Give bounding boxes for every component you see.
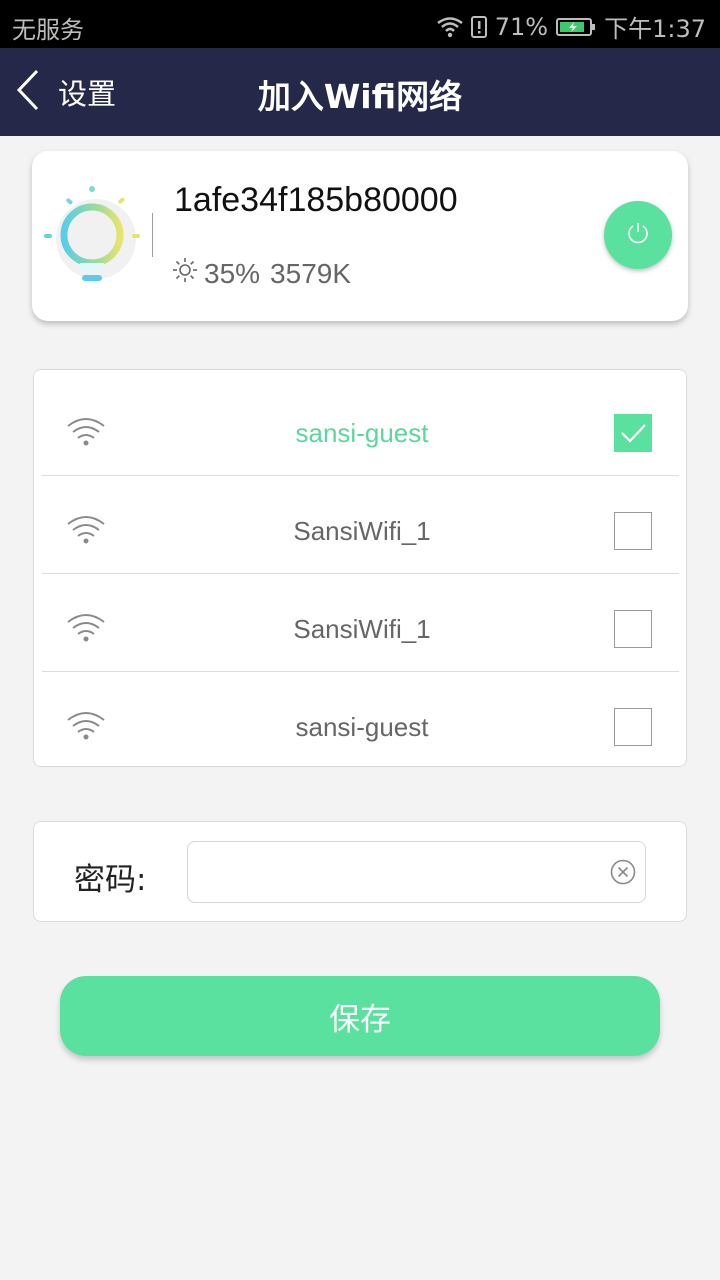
- device-name: 1afe34f185b80000: [174, 181, 458, 219]
- battery-percent: 71%: [494, 12, 549, 41]
- battery-charging-icon: [556, 17, 596, 37]
- wifi-checkbox-checked[interactable]: [614, 414, 652, 452]
- wifi-network-row[interactable]: sansi-guest: [42, 378, 679, 476]
- wifi-network-list: sansi-guest SansiWifi_1 SansiWifi_1 sans…: [33, 369, 687, 767]
- wifi-network-row[interactable]: SansiWifi_1: [42, 574, 679, 672]
- wifi-checkbox[interactable]: [614, 708, 652, 746]
- wifi-icon: [66, 414, 106, 452]
- navigation-bar: 设置 加入Wifi网络: [0, 48, 720, 136]
- device-status: 35% 3579K: [172, 257, 351, 290]
- wifi-ssid: sansi-guest: [295, 712, 429, 742]
- sun-icon: [172, 257, 198, 290]
- power-icon: [626, 221, 650, 249]
- wifi-signal-icon: [437, 16, 463, 38]
- wifi-ssid: SansiWifi_1: [293, 516, 431, 546]
- status-bar: 无服务 71% 下午1:37: [0, 0, 720, 48]
- wifi-ssid: sansi-guest: [295, 418, 429, 448]
- wifi-checkbox[interactable]: [614, 512, 652, 550]
- power-button[interactable]: [604, 201, 672, 269]
- device-card[interactable]: 1afe34f185b80000 35% 3579K: [32, 151, 688, 321]
- carrier-text: 无服务: [12, 16, 84, 44]
- wifi-icon: [66, 708, 106, 746]
- wifi-checkbox[interactable]: [614, 610, 652, 648]
- clock: 下午1:37: [604, 15, 706, 43]
- password-input[interactable]: [187, 841, 646, 903]
- checkmark-icon: [621, 424, 646, 443]
- password-card: 密码:: [33, 821, 687, 922]
- light-bulb-icon: [42, 181, 146, 293]
- save-button[interactable]: 保存: [60, 976, 660, 1056]
- wifi-network-row[interactable]: SansiWifi_1: [42, 476, 679, 574]
- brightness-value: 35%: [204, 257, 261, 289]
- password-label: 密码:: [74, 862, 147, 898]
- wifi-icon: [66, 512, 106, 550]
- wifi-ssid: SansiWifi_1: [293, 614, 431, 644]
- page-title: 加入Wifi网络: [257, 77, 463, 116]
- wifi-network-row[interactable]: sansi-guest: [42, 672, 679, 770]
- sim-alert-icon: [470, 15, 487, 38]
- wifi-icon: [66, 610, 106, 648]
- color-temperature-value: 3579K: [270, 257, 352, 289]
- clear-icon[interactable]: [610, 859, 636, 885]
- divider: [152, 213, 153, 257]
